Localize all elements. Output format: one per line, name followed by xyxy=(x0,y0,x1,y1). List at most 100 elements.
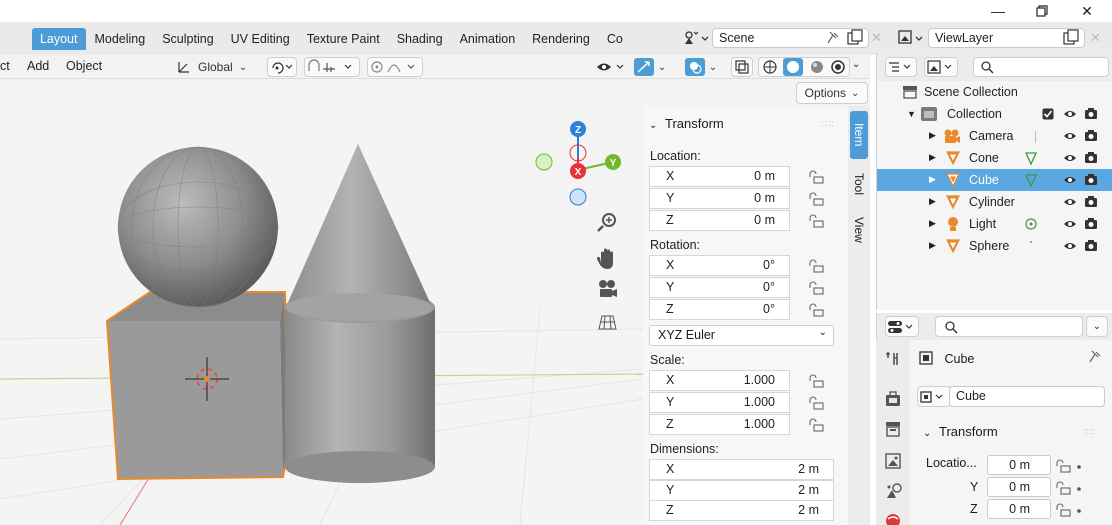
eye-icon[interactable] xyxy=(1063,240,1077,252)
camera-render-icon[interactable] xyxy=(1084,239,1098,252)
outliner-item-sphere[interactable]: ▶ Sphere xyxy=(877,235,1112,257)
rotation-x-field[interactable]: X 0° xyxy=(649,255,790,276)
data-icon[interactable] xyxy=(1035,129,1051,145)
data-icon[interactable] xyxy=(1024,173,1040,189)
camera-render-icon[interactable] xyxy=(1084,195,1098,208)
camera-render-icon[interactable] xyxy=(1084,107,1098,120)
scene-icon[interactable] xyxy=(682,28,712,48)
lock-icon[interactable] xyxy=(808,281,824,295)
filter-dropdown[interactable] xyxy=(924,57,958,77)
sphere-object[interactable] xyxy=(117,146,279,308)
props-transform-header[interactable]: ⌄ Transform xyxy=(923,424,998,439)
expand-arrow-icon[interactable]: ▶ xyxy=(929,240,936,251)
minimize-icon[interactable]: — xyxy=(983,1,1013,21)
expand-arrow-icon[interactable]: ▶ xyxy=(929,130,936,141)
location-z-field[interactable]: Z 0 m xyxy=(649,210,790,231)
new-scene-icon[interactable] xyxy=(846,29,864,47)
location-y-field[interactable]: Y 0 m xyxy=(649,188,790,209)
outliner-collection[interactable]: ▼ Collection xyxy=(877,103,1112,125)
tab-rendering[interactable]: Rendering xyxy=(524,28,599,50)
rendered-shading-icon[interactable] xyxy=(830,59,846,75)
tab-shading[interactable]: Shading xyxy=(389,28,452,50)
scale-z-field[interactable]: Z 1.000 xyxy=(649,414,790,435)
overlays-toggle[interactable]: ⌄ xyxy=(682,57,720,77)
lock-icon[interactable] xyxy=(808,259,824,273)
transform-orientation-dropdown[interactable]: Global ⌄ xyxy=(174,57,260,77)
outliner-item-cone[interactable]: ▶ Cone xyxy=(877,147,1112,169)
lock-icon[interactable] xyxy=(1055,459,1083,473)
menu-add[interactable]: Add xyxy=(27,59,49,73)
data-icon[interactable] xyxy=(1024,217,1040,233)
transform-panel-header[interactable]: ⌄ Transform xyxy=(649,116,724,131)
menu-object[interactable]: Object xyxy=(66,59,102,73)
object-data-dropdown[interactable] xyxy=(917,386,951,407)
expand-arrow-icon[interactable]: ▶ xyxy=(929,152,936,163)
lock-icon[interactable] xyxy=(808,418,824,432)
perspective-grid-icon[interactable] xyxy=(598,315,617,330)
object-name-field[interactable]: Cube xyxy=(949,386,1105,407)
delete-scene-icon[interactable]: ✕ xyxy=(871,30,885,45)
tab-o[interactable]: o xyxy=(0,28,8,50)
props-location-field[interactable]: 0 m xyxy=(987,455,1051,475)
tool-tab-icon[interactable] xyxy=(884,350,902,368)
snap-toggle[interactable] xyxy=(304,57,360,77)
rotation-mode-dropdown[interactable]: XYZ Euler ⌄ xyxy=(649,325,834,346)
display-mode-dropdown[interactable] xyxy=(885,57,917,77)
viewport-scene[interactable]: Z Y X xyxy=(0,79,643,525)
dimensions-z-field[interactable]: Z 2 m xyxy=(649,500,834,521)
tab-animation[interactable]: Animation xyxy=(452,28,525,50)
tab-co[interactable]: Co xyxy=(599,28,632,50)
render-tab-icon[interactable] xyxy=(884,390,902,408)
xray-toggle[interactable] xyxy=(731,57,753,77)
viewlayer-icon[interactable] xyxy=(896,28,928,48)
props-location-field[interactable]: 0 m xyxy=(987,499,1051,519)
outliner-item-light[interactable]: ▶ Light xyxy=(877,213,1112,235)
properties-search-input[interactable] xyxy=(935,316,1083,337)
dimensions-x-field[interactable]: X 2 m xyxy=(649,459,834,480)
drag-handle-icon[interactable]: :::: xyxy=(821,118,835,128)
proportional-editing-toggle[interactable] xyxy=(367,57,423,77)
location-x-field[interactable]: X 0 m xyxy=(649,166,790,187)
camera-render-icon[interactable] xyxy=(1084,173,1098,186)
cone-object[interactable] xyxy=(286,144,432,321)
cube-object[interactable] xyxy=(105,291,290,481)
solid-shading-icon[interactable] xyxy=(783,58,804,76)
navigation-gizmo[interactable]: Z Y X xyxy=(535,121,621,206)
tab-modeling[interactable]: Modeling xyxy=(86,28,154,50)
new-viewlayer-icon[interactable] xyxy=(1062,29,1080,47)
gizmo-toggle[interactable]: ⌄ xyxy=(631,57,669,77)
outliner-search-input[interactable] xyxy=(973,57,1109,77)
dimensions-y-field[interactable]: Y 2 m xyxy=(649,479,834,501)
lock-icon[interactable] xyxy=(808,396,824,410)
scene-tab-icon[interactable] xyxy=(884,482,904,502)
eye-icon[interactable] xyxy=(1063,218,1077,230)
tab-view[interactable]: View xyxy=(850,209,868,251)
outliner-scene-collection[interactable]: Scene Collection xyxy=(877,81,1112,103)
tab-item[interactable]: Item xyxy=(850,111,868,159)
delete-viewlayer-icon[interactable]: ✕ xyxy=(1090,30,1104,45)
editor-type-dropdown[interactable] xyxy=(885,316,919,337)
zoom-icon[interactable] xyxy=(597,213,616,232)
eye-icon[interactable] xyxy=(1063,174,1077,186)
outliner-item-camera[interactable]: ▶ Camera xyxy=(877,125,1112,147)
properties-options-dropdown[interactable]: ⌄ xyxy=(1086,316,1108,337)
lock-icon[interactable] xyxy=(808,170,824,184)
eye-icon[interactable] xyxy=(1063,196,1077,208)
tab-uv-editing[interactable]: UV Editing xyxy=(223,28,299,50)
chevron-down-icon[interactable]: ⌄ xyxy=(852,59,860,70)
camera-render-icon[interactable] xyxy=(1084,129,1098,142)
options-dropdown[interactable]: Options ⌄ xyxy=(796,82,868,104)
menu-select[interactable]: ct xyxy=(0,59,10,73)
view-layer-tab-icon[interactable] xyxy=(884,452,902,470)
expand-arrow-icon[interactable]: ▶ xyxy=(929,196,936,207)
lock-icon[interactable] xyxy=(1055,481,1083,495)
gizmo-neg-z[interactable] xyxy=(569,188,587,206)
camera-render-icon[interactable] xyxy=(1084,151,1098,164)
pivot-point-dropdown[interactable] xyxy=(267,57,297,77)
data-icon[interactable] xyxy=(1024,151,1040,167)
outliner-item-cylinder[interactable]: ▶ Cylinder xyxy=(877,191,1112,213)
data-icon[interactable] xyxy=(1024,239,1040,255)
pin-icon[interactable] xyxy=(1087,349,1103,365)
lock-icon[interactable] xyxy=(808,374,824,388)
3d-viewport[interactable]: Z Y X xyxy=(0,79,643,525)
